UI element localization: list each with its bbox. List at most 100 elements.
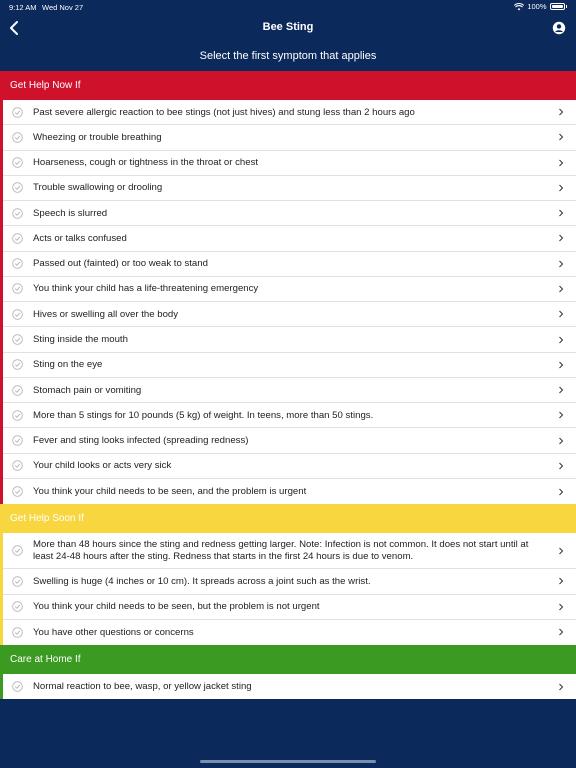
symptom-row[interactable]: Hives or swelling all over the body — [3, 302, 576, 328]
navigation-bar: Bee Sting — [0, 14, 576, 44]
symptom-row[interactable]: You have other questions or concerns — [3, 620, 576, 645]
chevron-right-icon — [559, 603, 564, 610]
check-circle-icon — [12, 384, 23, 396]
chevron-right-icon — [559, 361, 564, 369]
symptom-label: Passed out (fainted) or too weak to stan… — [33, 258, 208, 270]
check-circle-icon — [12, 132, 23, 143]
section-header-care-at-home: Care at Home If — [0, 645, 576, 675]
check-circle-icon — [12, 334, 23, 345]
help-soon-list: More than 48 hours since the sting and r… — [0, 533, 576, 646]
symptom-row[interactable]: You think your child has a life-threaten… — [3, 277, 576, 303]
chevron-right-icon — [559, 386, 564, 394]
chevron-right-icon — [559, 260, 564, 268]
symptom-row[interactable]: Swelling is huge (4 inches or 10 cm). It… — [3, 569, 576, 595]
symptom-row[interactable]: You think your child needs to be seen, a… — [3, 479, 576, 504]
symptom-label: More than 5 stings for 10 pounds (5 kg) … — [33, 409, 374, 421]
instruction-text: Select the first symptom that applies — [199, 50, 377, 62]
symptom-label: Hoarseness, cough or tightness in the th… — [33, 157, 259, 169]
check-circle-icon — [12, 486, 23, 497]
check-circle-icon — [12, 308, 23, 320]
symptom-row[interactable]: Sting on the eye — [3, 353, 576, 378]
check-circle-icon — [12, 601, 23, 612]
symptom-row[interactable]: More than 5 stings for 10 pounds (5 kg) … — [3, 403, 576, 429]
battery-icon — [549, 3, 565, 10]
wifi-icon — [514, 2, 525, 10]
symptom-row[interactable]: Your child looks or acts very sick — [3, 454, 576, 479]
symptom-row[interactable]: Acts or talks confused — [3, 226, 576, 252]
symptom-row[interactable]: Past severe allergic reaction to bee sti… — [3, 100, 576, 126]
symptom-row[interactable]: Hoarseness, cough or tightness in the th… — [3, 151, 576, 176]
symptom-label: You have other questions or concerns — [33, 626, 194, 638]
section-header-help-soon: Get Help Soon If — [0, 504, 576, 534]
chevron-right-icon — [559, 159, 564, 167]
symptom-label: Fever and sting looks infected (spreadin… — [33, 435, 249, 447]
symptom-label: Sting inside the mouth — [33, 334, 128, 346]
symptom-label: More than 48 hours since the sting and r… — [33, 538, 529, 562]
chevron-right-icon — [559, 235, 564, 242]
help-now-list: Past severe allergic reaction to bee sti… — [0, 100, 576, 505]
chevron-right-icon — [559, 134, 564, 141]
check-circle-icon — [12, 359, 23, 371]
symptom-row[interactable]: Sting inside the mouth — [3, 327, 576, 353]
chevron-right-icon — [559, 285, 564, 293]
check-circle-icon — [12, 545, 23, 557]
status-time: 9:12 AM — [9, 3, 37, 12]
symptom-label: Speech is slurred — [33, 207, 108, 219]
symptom-row[interactable]: Passed out (fainted) or too weak to stan… — [3, 252, 576, 277]
check-circle-icon — [12, 283, 23, 295]
chevron-right-icon — [559, 336, 564, 343]
symptom-row[interactable]: Wheezing or trouble breathing — [3, 125, 576, 151]
symptom-row[interactable]: Speech is slurred — [3, 201, 576, 227]
chevron-right-icon — [559, 462, 564, 470]
battery-percent: 100% — [527, 2, 547, 11]
chevron-right-icon — [559, 209, 564, 217]
check-circle-icon — [12, 157, 23, 168]
symptom-label: Past severe allergic reaction to bee sti… — [33, 106, 415, 118]
symptom-label: Swelling is huge (4 inches or 10 cm). It… — [33, 575, 371, 587]
symptom-label: You think your child needs to be seen, b… — [33, 601, 320, 613]
chevron-right-icon — [559, 310, 564, 318]
account-icon[interactable] — [552, 21, 566, 35]
symptom-label: Hives or swelling all over the body — [33, 308, 179, 320]
symptom-label: Normal reaction to bee, wasp, or yellow … — [33, 681, 252, 693]
symptom-label: You think your child needs to be seen, a… — [33, 486, 307, 498]
chevron-right-icon — [559, 547, 564, 555]
symptom-row[interactable]: Fever and sting looks infected (spreadin… — [3, 428, 576, 454]
symptom-row[interactable]: Normal reaction to bee, wasp, or yellow … — [3, 674, 576, 699]
chevron-right-icon — [559, 683, 564, 691]
status-date: Wed Nov 27 — [42, 3, 84, 12]
symptom-label: Trouble swallowing or drooling — [33, 182, 163, 194]
check-circle-icon — [12, 106, 23, 118]
check-circle-icon — [12, 207, 23, 219]
check-circle-icon — [12, 460, 23, 472]
symptom-row[interactable]: Stomach pain or vomiting — [3, 378, 576, 404]
chevron-right-icon — [559, 578, 564, 585]
check-circle-icon — [12, 410, 23, 421]
check-circle-icon — [12, 627, 23, 638]
page-title: Bee Sting — [262, 21, 314, 33]
symptom-list: Get Help Now If Past severe allergic rea… — [0, 71, 576, 700]
symptom-label: Acts or talks confused — [33, 232, 127, 244]
chevron-right-icon — [559, 411, 564, 419]
chevron-right-icon — [559, 629, 564, 636]
chevron-right-icon — [559, 108, 564, 116]
home-indicator[interactable] — [200, 760, 376, 763]
symptom-row[interactable]: More than 48 hours since the sting and r… — [3, 533, 576, 570]
symptom-label: Stomach pain or vomiting — [33, 384, 142, 396]
symptom-row[interactable]: You think your child needs to be seen, b… — [3, 595, 576, 620]
chevron-right-icon — [559, 488, 564, 495]
check-circle-icon — [12, 435, 23, 446]
care-at-home-list: Normal reaction to bee, wasp, or yellow … — [0, 674, 576, 700]
symptom-label: Your child looks or acts very sick — [33, 460, 172, 472]
chevron-right-icon — [559, 437, 564, 444]
section-header-help-now: Get Help Now If — [0, 71, 576, 100]
symptom-label: You think your child has a life-threaten… — [33, 283, 259, 295]
check-circle-icon — [12, 258, 23, 269]
check-circle-icon — [12, 233, 23, 244]
check-circle-icon — [12, 182, 23, 194]
symptom-row[interactable]: Trouble swallowing or drooling — [3, 176, 576, 202]
status-right: 100% — [514, 2, 567, 11]
symptom-label: Wheezing or trouble breathing — [33, 131, 162, 143]
symptom-label: Sting on the eye — [33, 359, 103, 371]
status-bar: 9:12 AM Wed Nov 27 100% — [0, 0, 576, 14]
